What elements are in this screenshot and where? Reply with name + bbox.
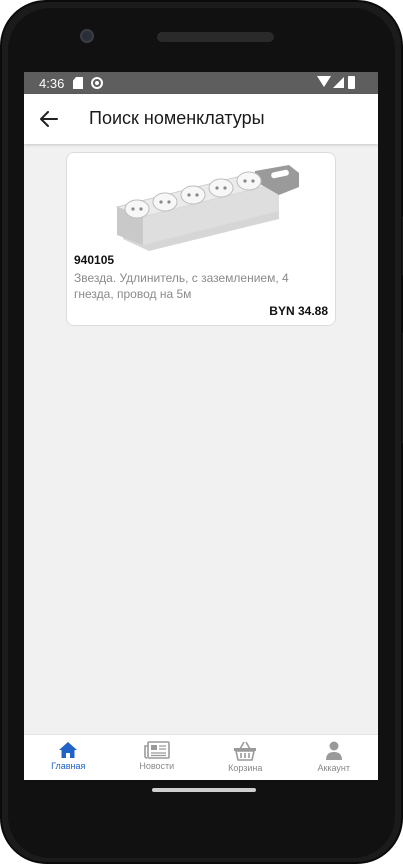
product-card[interactable]: 940105 Звезда. Удлинитель, с заземлением… [66,152,336,326]
home-gesture-bar[interactable] [152,788,256,792]
status-time: 4:36 [39,76,65,91]
gear-icon [91,77,103,89]
nav-label-home: Главная [51,761,86,771]
earpiece-speaker [157,32,274,42]
nav-label-account: Аккаунт [317,763,351,773]
home-icon [59,742,78,758]
product-description: Звезда. Удлинитель, с заземлением, 4 гне… [74,271,289,301]
arrow-left-icon [40,111,58,127]
app-screen: 4:36 Поиск номенклатуры 940105 Звезда. У… [24,72,378,780]
basket-icon [234,741,257,761]
status-bar: 4:36 [24,72,378,94]
signal-icon [333,77,344,88]
nav-item-home[interactable]: Главная [24,735,113,780]
newspaper-icon [143,741,170,759]
page-title: Поиск номенклатуры [89,108,265,128]
nav-label-cart: Корзина [228,763,263,773]
battery-icon [348,76,355,89]
nav-label-news: Новости [139,761,175,771]
user-icon [325,741,342,760]
product-price: BYN 34.88 [269,304,328,318]
nav-item-account[interactable]: Аккаунт [290,735,379,780]
back-button[interactable] [36,106,62,132]
bottom-navigation: Главная Новости Корзина Аккаунт [24,734,378,780]
nav-item-cart[interactable]: Корзина [201,735,290,780]
wifi-icon [317,76,331,87]
phone-frame: 4:36 Поиск номенклатуры 940105 Звезда. У… [0,0,403,864]
front-camera [80,29,94,43]
product-sku: 940105 [74,253,115,267]
app-bar: Поиск номенклатуры [24,94,378,144]
sd-card-icon [73,77,83,89]
nav-item-news[interactable]: Новости [113,735,202,780]
power-strip-image [115,165,299,251]
